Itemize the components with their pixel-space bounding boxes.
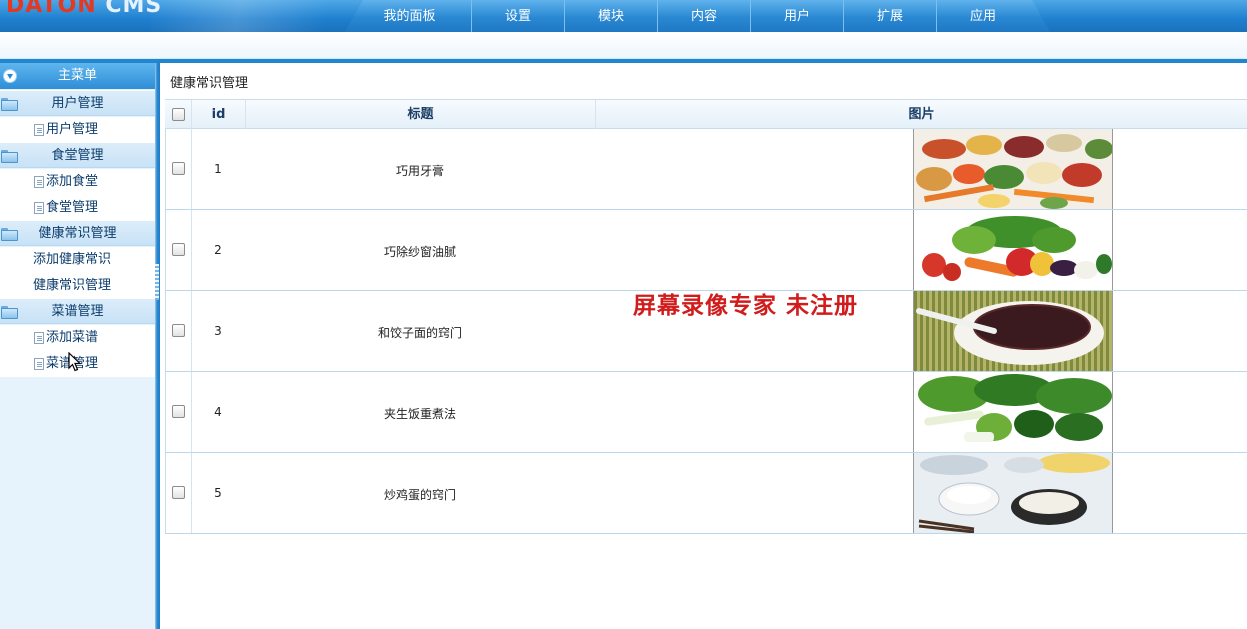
- sidebar-group-health[interactable]: 健康常识管理: [0, 220, 155, 246]
- sidebar-item-add-recipe[interactable]: 添加菜谱: [0, 325, 155, 351]
- row-checkbox[interactable]: [172, 486, 185, 499]
- cell-title: 巧除纱窗油腻: [383, 245, 456, 259]
- app-logo: DATON CMS: [6, 0, 162, 18]
- document-icon: [34, 124, 44, 136]
- nav-content[interactable]: 内容: [657, 0, 750, 32]
- document-icon: [34, 176, 44, 188]
- sidebar-item-health-tip-manage[interactable]: 健康常识管理: [0, 273, 155, 299]
- nav-dashboard[interactable]: 我的面板: [363, 0, 456, 32]
- cell-image-vegetables-assortment: [913, 129, 1113, 209]
- cell-title: 夹生饭重煮法: [383, 407, 456, 421]
- sidebar-group-label: 菜谱管理: [51, 304, 104, 319]
- row-checkbox[interactable]: [172, 324, 185, 337]
- table-row[interactable]: 1 巧用牙膏: [165, 129, 1247, 210]
- select-all-checkbox[interactable]: [172, 108, 185, 121]
- cell-image-leafy-greens: [913, 372, 1113, 452]
- cell-image-meal-table: [913, 453, 1113, 533]
- sidebar-group-label: 健康常识管理: [38, 226, 117, 241]
- cell-id: 1: [214, 162, 222, 176]
- sidebar-group-label: 食堂管理: [51, 148, 104, 163]
- breadcrumb: 健康常识管理: [160, 63, 1247, 94]
- cell-title: 巧用牙膏: [395, 164, 444, 178]
- folder-icon: [1, 306, 18, 319]
- logo-text-cms: CMS: [105, 0, 163, 18]
- cell-title: 和饺子面的窍门: [377, 326, 462, 340]
- cell-image-fresh-vegetables: [913, 210, 1113, 290]
- folder-icon: [1, 150, 18, 163]
- sidebar-item-label: 添加菜谱: [46, 330, 99, 345]
- nav-modules[interactable]: 模块: [564, 0, 657, 32]
- column-header-id[interactable]: id: [191, 100, 245, 129]
- top-nav: 我的面板 设置 模块 内容 用户 扩展 应用: [345, 0, 1050, 32]
- page-title: 健康常识管理: [170, 76, 249, 91]
- cell-id: 2: [214, 243, 222, 257]
- cell-id: 5: [214, 486, 222, 500]
- document-icon: [34, 332, 44, 344]
- top-header: DATON CMS 我的面板 设置 模块 内容 用户 扩展 应用: [0, 0, 1247, 32]
- sidebar-item-user-manage[interactable]: 用户管理: [0, 117, 155, 143]
- main-menu-header[interactable]: 主菜单: [0, 63, 155, 89]
- watermark-text: 屏幕录像专家 未注册: [633, 292, 859, 319]
- cell-id: 3: [214, 324, 222, 338]
- nav-users[interactable]: 用户: [750, 0, 843, 32]
- cell-title: 炒鸡蛋的窍门: [383, 488, 456, 502]
- sidebar-item-label: 食堂管理: [46, 200, 99, 215]
- sidebar-item-add-health-tip[interactable]: 添加健康常识: [0, 247, 155, 273]
- row-checkbox[interactable]: [172, 162, 185, 175]
- column-header-title[interactable]: 标题: [245, 100, 595, 129]
- row-checkbox[interactable]: [172, 405, 185, 418]
- folder-icon: [1, 228, 18, 241]
- sidebar-item-canteen-manage[interactable]: 食堂管理: [0, 195, 155, 221]
- sidebar: 主菜单 用户管理 用户管理 食堂管理 添加食堂 食堂管理 健康常识管理 添加健康…: [0, 63, 155, 629]
- table-row[interactable]: 4 夹生饭重煮法: [165, 372, 1247, 453]
- sidebar-item-add-canteen[interactable]: 添加食堂: [0, 169, 155, 195]
- cell-id: 4: [214, 405, 222, 419]
- sidebar-group-label: 用户管理: [51, 96, 104, 111]
- document-icon: [34, 202, 44, 214]
- sidebar-splitter[interactable]: [155, 63, 160, 629]
- cell-image-porridge-bowl: [913, 291, 1113, 371]
- sidebar-item-label: 添加健康常识: [33, 252, 112, 267]
- logo-text-daton: DATON: [6, 0, 97, 18]
- nav-apps[interactable]: 应用: [936, 0, 1029, 32]
- main-menu-label: 主菜单: [57, 68, 97, 83]
- splitter-grip-handle[interactable]: [155, 264, 159, 300]
- sidebar-item-label: 添加食堂: [46, 174, 99, 189]
- row-checkbox[interactable]: [172, 243, 185, 256]
- table-row[interactable]: 5 炒鸡蛋的窍门: [165, 453, 1247, 534]
- sidebar-group-recipes[interactable]: 菜谱管理: [0, 298, 155, 324]
- table-row[interactable]: 2 巧除纱窗油腻: [165, 210, 1247, 291]
- document-icon: [34, 358, 44, 370]
- sidebar-group-canteen[interactable]: 食堂管理: [0, 142, 155, 168]
- sidebar-item-label: 健康常识管理: [33, 278, 112, 293]
- sub-header: [0, 32, 1247, 59]
- table-header: id 标题 图片: [165, 99, 1247, 129]
- sidebar-group-users[interactable]: 用户管理: [0, 90, 155, 116]
- collapse-icon[interactable]: [3, 69, 17, 83]
- folder-icon: [1, 98, 18, 111]
- sidebar-item-label: 用户管理: [46, 122, 99, 137]
- nav-extensions[interactable]: 扩展: [843, 0, 936, 32]
- column-header-image[interactable]: 图片: [595, 100, 1247, 129]
- nav-settings[interactable]: 设置: [471, 0, 564, 32]
